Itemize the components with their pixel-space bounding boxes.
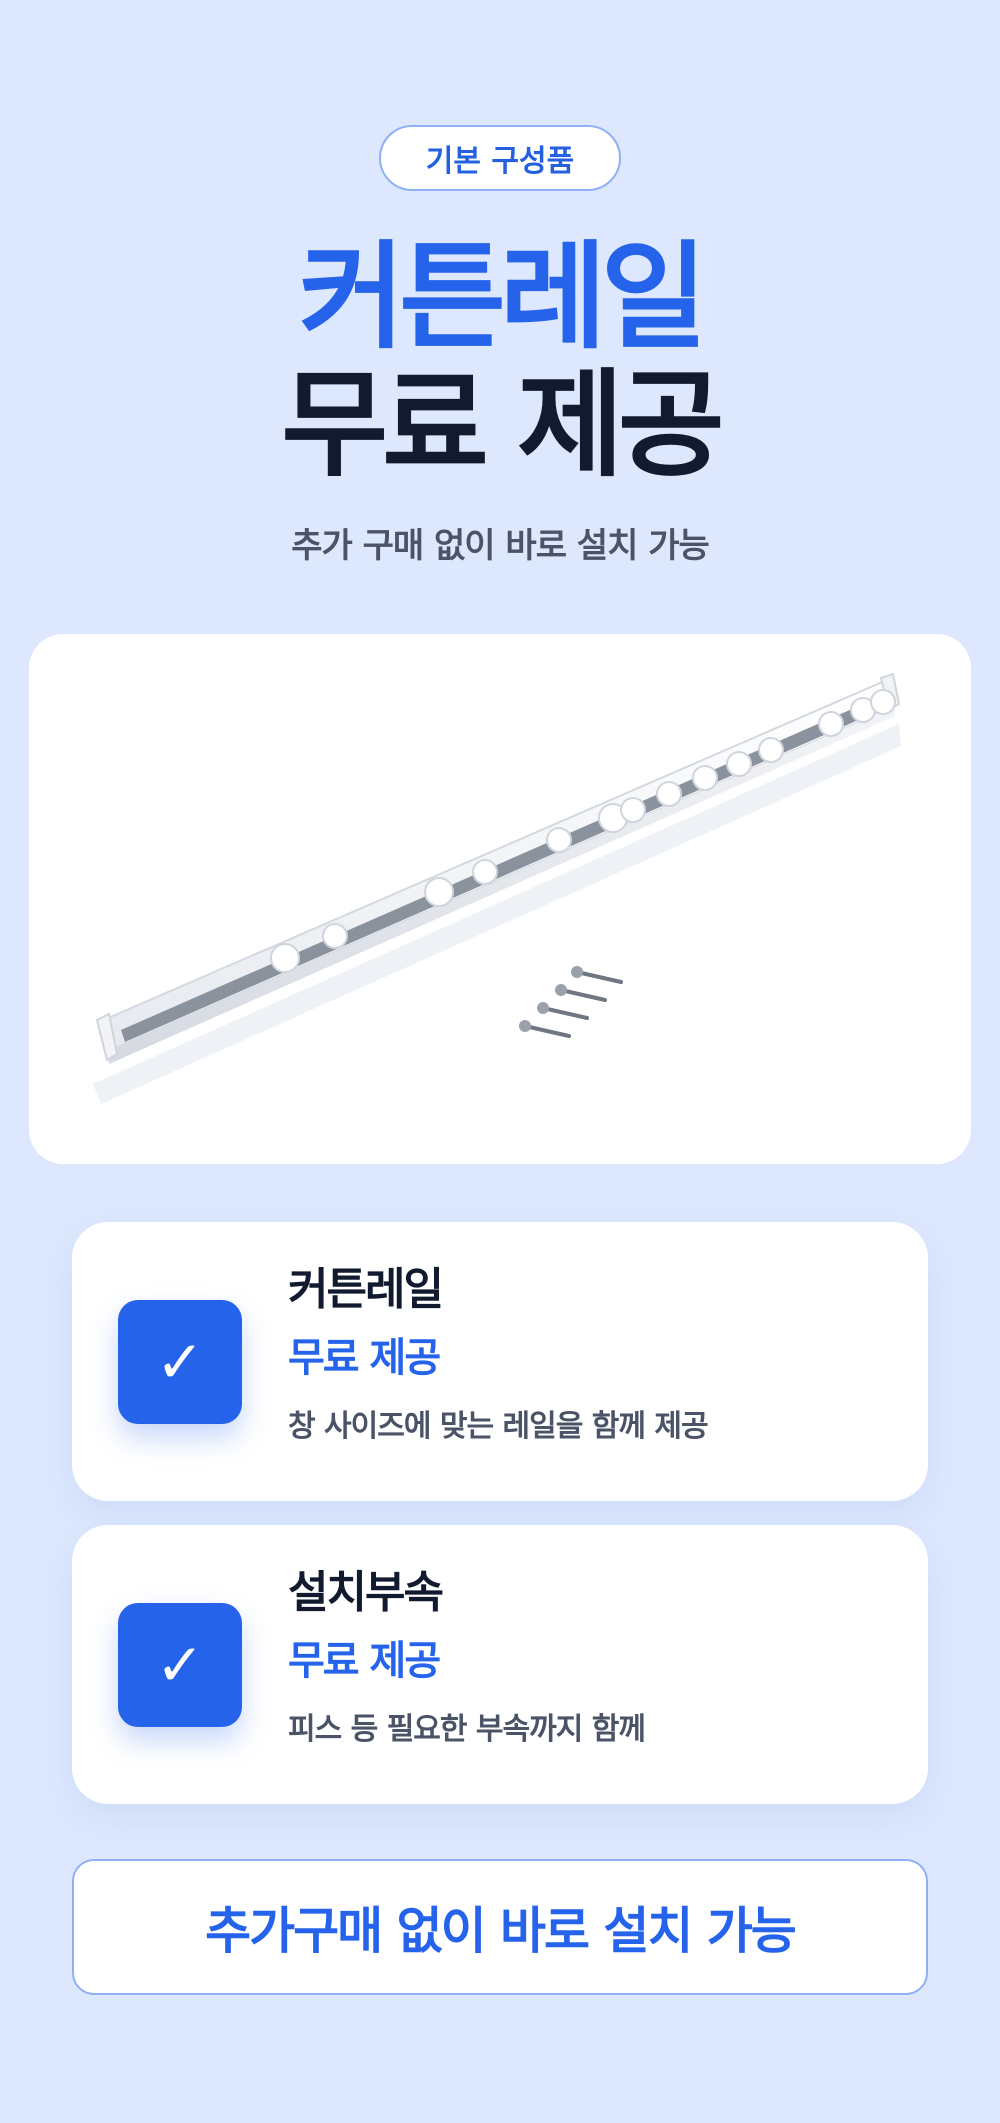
headline-primary: 커튼레일 bbox=[298, 230, 708, 365]
headline-secondary: 무료 제공 bbox=[281, 358, 724, 493]
check-icon: ✓ bbox=[118, 1300, 242, 1424]
badge-label: 기본 구성품 bbox=[425, 144, 575, 179]
feature-description: 창 사이즈에 맞는 레일을 함께 제공 bbox=[288, 1409, 709, 1444]
page-subtitle: 추가 구매 없이 바로 설치 가능 bbox=[291, 526, 710, 566]
feature-title: 설치부속 bbox=[288, 1567, 444, 1618]
feature-subtitle: 무료 제공 bbox=[288, 1335, 441, 1381]
install-ready-banner: 추가구매 없이 바로 설치 가능 bbox=[72, 1859, 928, 1995]
check-icon: ✓ bbox=[118, 1603, 242, 1727]
banner-label: 추가구매 없이 바로 설치 가능 bbox=[205, 1902, 797, 1960]
component-badge: 기본 구성품 bbox=[379, 125, 621, 191]
feature-description: 피스 등 필요한 부속까지 함께 bbox=[288, 1712, 646, 1747]
curtain-rail-illustration bbox=[93, 672, 901, 1104]
feature-card-accessories: ✓ 설치부속 무료 제공 피스 등 필요한 부속까지 함께 bbox=[72, 1525, 928, 1804]
product-image-card bbox=[29, 634, 971, 1164]
feature-card-rail: ✓ 커튼레일 무료 제공 창 사이즈에 맞는 레일을 함께 제공 bbox=[72, 1222, 928, 1501]
feature-title: 커튼레일 bbox=[288, 1264, 444, 1315]
feature-subtitle: 무료 제공 bbox=[288, 1638, 441, 1684]
